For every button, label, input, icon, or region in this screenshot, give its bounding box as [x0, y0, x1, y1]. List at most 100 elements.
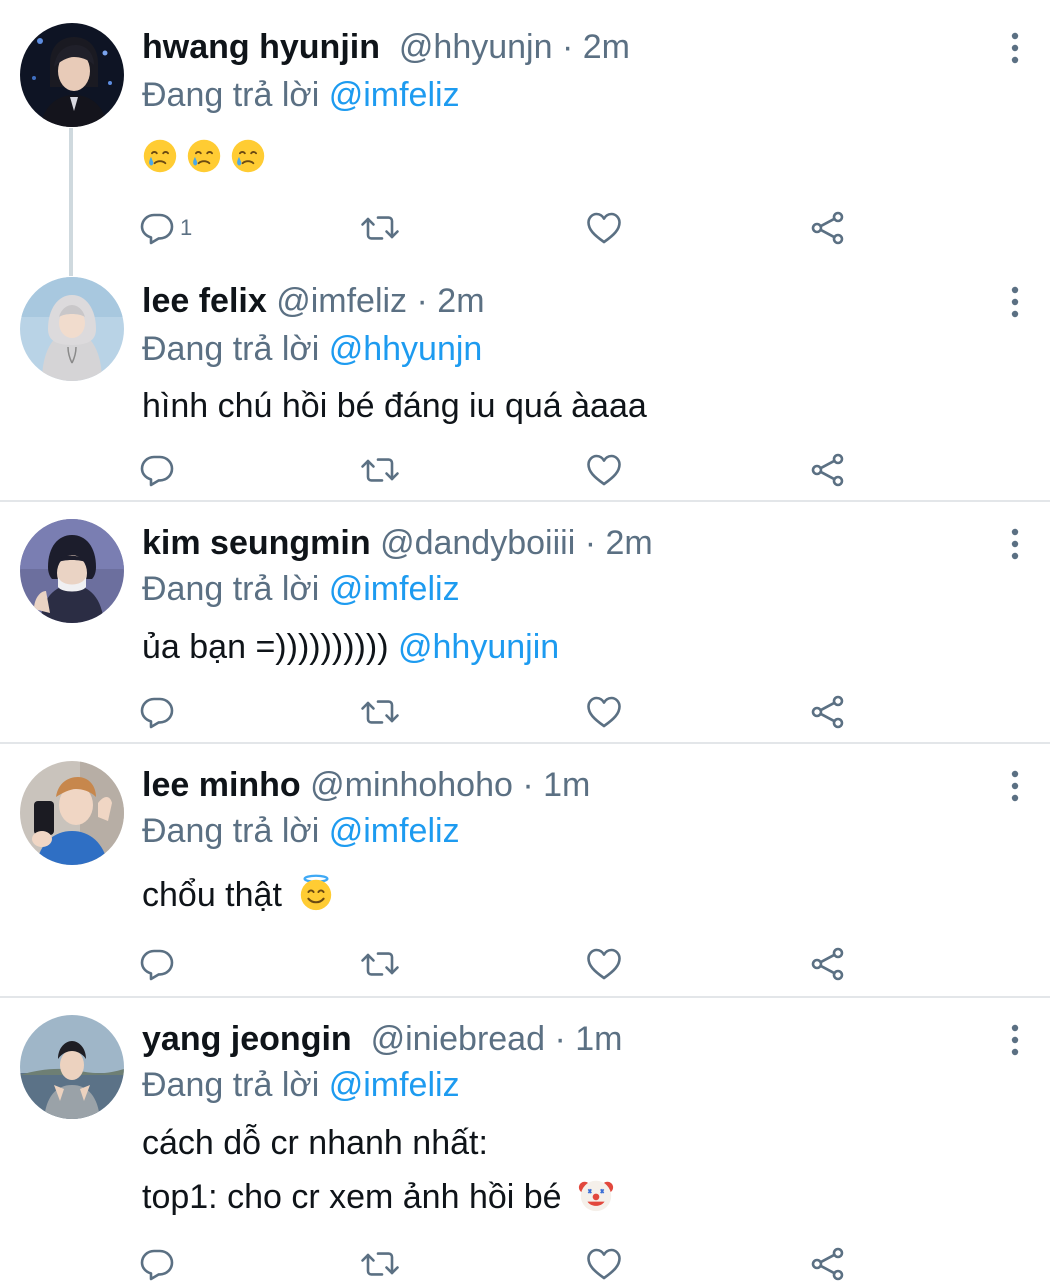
replying-to-label: Đang trả lời — [142, 76, 320, 114]
more-options-button[interactable] — [1004, 31, 1026, 65]
tweet-header: lee minho @minhohoho · 1m — [142, 765, 590, 805]
more-options-button[interactable] — [1004, 285, 1026, 319]
tweet-time[interactable]: · 2m — [562, 28, 630, 66]
tweet-text-content: chổu thật — [142, 876, 282, 914]
more-vertical-icon — [1004, 1023, 1026, 1057]
user-handle[interactable]: @iniebread — [371, 1020, 545, 1058]
user-handle[interactable]: @dandyboiiii — [380, 524, 575, 562]
tweet-header: hwang hyunjin @hhyunjn · 2m — [142, 27, 630, 67]
replying-to-label: Đang trả lời — [142, 330, 320, 368]
retweet-button[interactable] — [360, 692, 400, 732]
retweet-icon — [360, 1247, 400, 1281]
user-handle[interactable]: @hhyunjn — [399, 28, 553, 66]
avatar[interactable] — [20, 761, 124, 865]
crying-face-icon — [142, 138, 178, 174]
tweet-text-content: ủa bạn =)))))))))) — [142, 628, 389, 666]
tweet-time[interactable]: · 2m — [417, 282, 485, 320]
reply-button[interactable]: 1 — [140, 208, 192, 248]
display-name[interactable]: lee felix — [142, 282, 267, 320]
retweet-button[interactable] — [360, 208, 400, 248]
tweet-hwang-hyunjin[interactable]: hwang hyunjin @hhyunjn · 2m Đang trả lời… — [0, 0, 1050, 270]
body-mention[interactable]: @hhyunjin — [398, 628, 559, 666]
tweet-header: lee felix @imfeliz · 2m — [142, 281, 485, 321]
more-options-button[interactable] — [1004, 527, 1026, 561]
display-name[interactable]: lee minho — [142, 766, 301, 804]
tweet-lee-felix[interactable]: lee felix @imfeliz · 2m Đang trả lời @hh… — [0, 270, 1050, 502]
avatar[interactable] — [20, 519, 124, 623]
more-vertical-icon — [1004, 31, 1026, 65]
tweet-kim-seungmin[interactable]: kim seungmin @dandyboiiii · 2m Đang trả … — [0, 502, 1050, 744]
retweet-button[interactable] — [360, 450, 400, 490]
display-name[interactable]: hwang hyunjin — [142, 28, 380, 66]
tweet-header: yang jeongin @iniebread · 1m — [142, 1019, 622, 1059]
replying-to-label: Đang trả lời — [142, 812, 320, 850]
share-icon — [810, 453, 846, 487]
share-button[interactable] — [810, 692, 846, 732]
retweet-button[interactable] — [360, 944, 400, 984]
crying-face-icon — [186, 138, 222, 174]
user-handle[interactable]: @minhohoho — [310, 766, 513, 804]
reply-to-mention[interactable]: @imfeliz — [329, 76, 460, 114]
reply-button[interactable] — [140, 692, 174, 732]
heart-icon — [586, 947, 622, 981]
like-button[interactable] — [586, 944, 622, 984]
tweet-time[interactable]: · 1m — [554, 1020, 622, 1058]
like-button[interactable] — [586, 1244, 622, 1284]
share-icon — [810, 947, 846, 981]
tweet-lee-minho[interactable]: lee minho @minhohoho · 1m Đang trả lời @… — [0, 744, 1050, 996]
reply-to-mention[interactable]: @imfeliz — [329, 812, 460, 850]
tweet-actions — [140, 450, 860, 490]
share-icon — [810, 695, 846, 729]
avatar[interactable] — [20, 23, 124, 127]
user-handle[interactable]: @imfeliz — [276, 282, 407, 320]
avatar[interactable] — [20, 1015, 124, 1119]
avatar[interactable] — [20, 277, 124, 381]
more-options-button[interactable] — [1004, 1023, 1026, 1057]
tweet-time[interactable]: · 2m — [585, 524, 653, 562]
tweet-time[interactable]: · 1m — [522, 766, 590, 804]
like-button[interactable] — [586, 692, 622, 732]
tweet-text: hình chú hồi bé đáng iu quá àaaa — [142, 387, 647, 425]
tweet-yang-jeongin[interactable]: yang jeongin @iniebread · 1m Đang trả lờ… — [0, 998, 1050, 1282]
tweet-text: ủa bạn =)))))))))) @hhyunjin — [142, 620, 559, 674]
heart-icon — [586, 695, 622, 729]
reply-to-mention[interactable]: @hhyunjn — [329, 330, 483, 368]
tweet-text-line-1: cách dỗ cr nhanh nhất: — [142, 1124, 488, 1162]
more-options-button[interactable] — [1004, 769, 1026, 803]
reply-button[interactable] — [140, 1244, 174, 1284]
reply-button[interactable] — [140, 450, 174, 490]
display-name[interactable]: yang jeongin — [142, 1020, 352, 1058]
like-button[interactable] — [586, 208, 622, 248]
heart-icon — [586, 1247, 622, 1281]
smiling-face-with-halo-icon — [297, 874, 335, 912]
tweet-body-emojis — [142, 138, 266, 174]
reply-icon — [140, 211, 174, 245]
share-button[interactable] — [810, 450, 846, 490]
heart-icon — [586, 453, 622, 487]
share-button[interactable] — [810, 1244, 846, 1284]
replying-to: Đang trả lời @imfeliz — [142, 811, 460, 851]
reply-icon — [140, 1247, 174, 1281]
tweet-actions — [140, 944, 860, 984]
reply-icon — [140, 695, 174, 729]
tweet-actions: 1 — [140, 208, 860, 248]
tweet-actions — [140, 1244, 860, 1284]
retweet-button[interactable] — [360, 1244, 400, 1284]
share-button[interactable] — [810, 208, 846, 248]
reply-to-mention[interactable]: @imfeliz — [329, 570, 460, 608]
crying-face-icon — [230, 138, 266, 174]
replying-to-label: Đang trả lời — [142, 570, 320, 608]
tweet-actions — [140, 692, 860, 732]
like-button[interactable] — [586, 450, 622, 490]
tweet-text-content: top1: cho cr xem ảnh hồi bé — [142, 1178, 562, 1216]
reply-button[interactable] — [140, 944, 174, 984]
share-button[interactable] — [810, 944, 846, 984]
reply-to-mention[interactable]: @imfeliz — [329, 1066, 460, 1104]
display-name[interactable]: kim seungmin — [142, 524, 371, 562]
replying-to: Đang trả lời @hhyunjn — [142, 329, 482, 369]
replying-to: Đang trả lời @imfeliz — [142, 1065, 460, 1105]
heart-icon — [586, 211, 622, 245]
tweet-text: chổu thật — [142, 868, 335, 922]
reply-count: 1 — [180, 215, 193, 240]
retweet-icon — [360, 695, 400, 729]
